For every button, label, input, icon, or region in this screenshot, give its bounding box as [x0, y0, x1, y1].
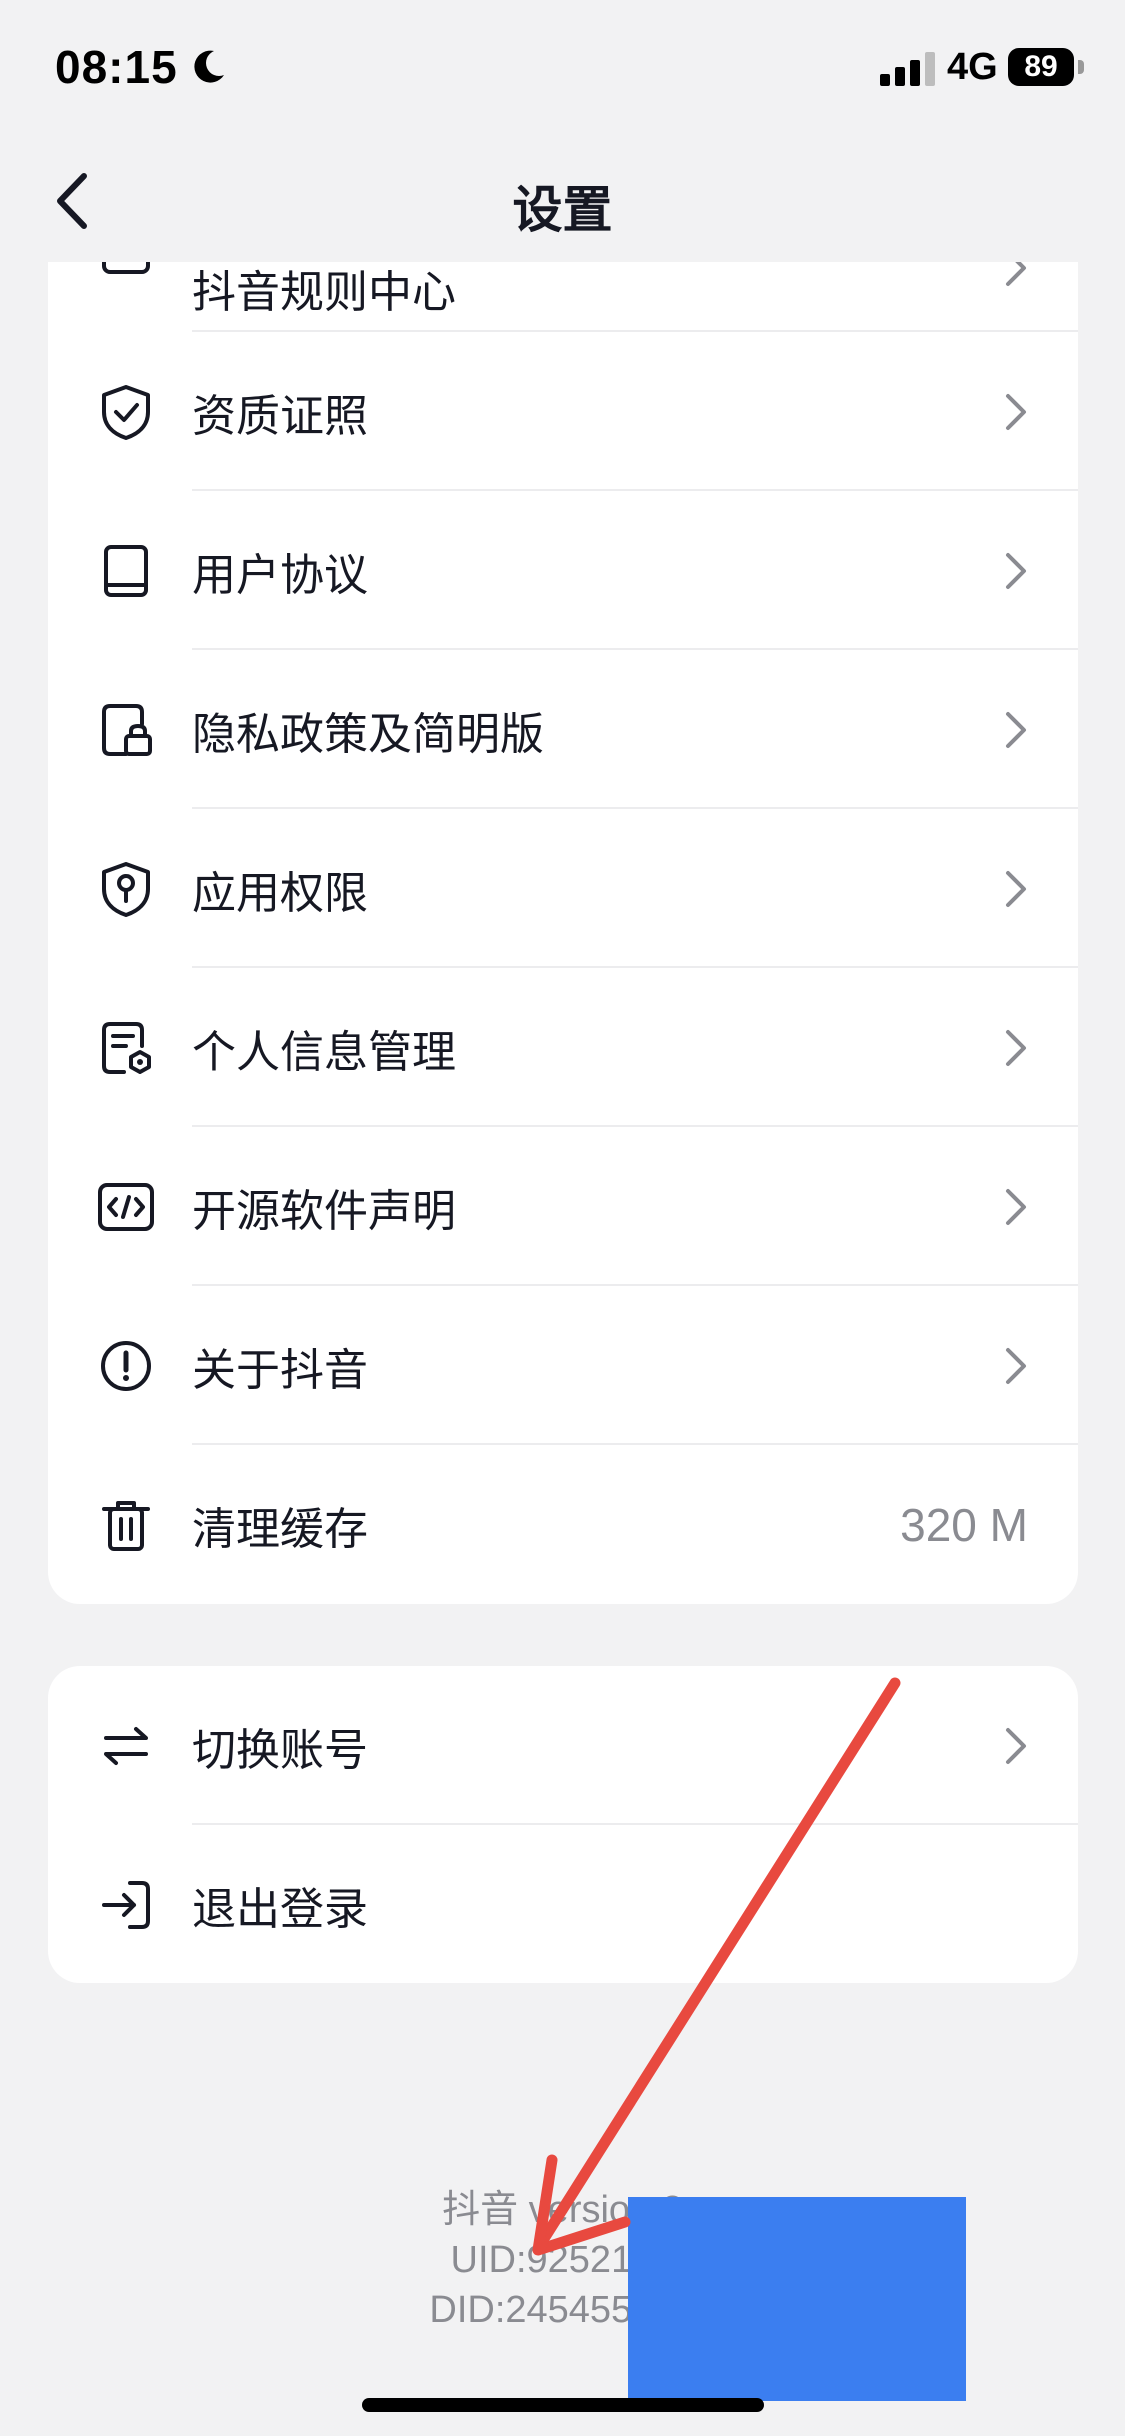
moon-icon	[194, 50, 224, 83]
list-item-label: 抖音规则中心	[192, 267, 456, 318]
list-item-rules-center[interactable]: 抖音规则中心	[48, 262, 1078, 332]
account-card: 切换账号 退出登录	[48, 1666, 1078, 1983]
info-circle-icon	[101, 1340, 151, 1391]
shield-key-icon	[102, 861, 150, 917]
list-item-clear-cache[interactable]: 清理缓存 320 M	[48, 1445, 1078, 1604]
cache-size-value: 320 M	[900, 1498, 1028, 1551]
book-icon	[104, 544, 148, 597]
chevron-right-icon	[1006, 870, 1026, 907]
chevron-right-icon	[1006, 1029, 1026, 1066]
list-item-label: 用户协议	[192, 549, 368, 601]
code-icon	[98, 1182, 154, 1231]
list-item-label: 资质证照	[192, 390, 368, 442]
chevron-right-icon	[1006, 393, 1026, 430]
status-bar: 08:15 4G 89	[0, 0, 1125, 140]
settings-list-card: 抖音规则中心 资质证照 用户协议 隐私政策及简明版 应用权限 个人信息管理 开源…	[48, 262, 1078, 1604]
home-indicator	[362, 2398, 764, 2412]
shield-check-icon	[102, 384, 150, 440]
battery-level: 89	[1024, 50, 1058, 83]
list-item-label: 隐私政策及简明版	[192, 708, 544, 760]
chevron-right-icon	[1006, 262, 1026, 286]
battery-icon: 89	[1008, 48, 1074, 86]
battery-tip	[1078, 60, 1084, 74]
chevron-right-icon	[1006, 1188, 1026, 1225]
list-item-app-permissions[interactable]: 应用权限	[48, 809, 1078, 968]
document-lock-icon	[102, 703, 152, 756]
chevron-right-icon	[1006, 1347, 1026, 1384]
chevron-right-icon	[1006, 711, 1026, 748]
list-item-open-source[interactable]: 开源软件声明	[48, 1127, 1078, 1286]
list-item-personal-info[interactable]: 个人信息管理	[48, 968, 1078, 1127]
list-item-label: 个人信息管理	[192, 1026, 456, 1078]
list-item-label: 切换账号	[192, 1724, 368, 1776]
list-item-logout[interactable]: 退出登录	[48, 1825, 1078, 1983]
document-icon	[102, 262, 150, 274]
list-item-switch-account[interactable]: 切换账号	[48, 1666, 1078, 1825]
status-time: 08:15	[55, 41, 178, 93]
list-item-label: 关于抖音	[192, 1344, 368, 1396]
signal-icon	[880, 52, 935, 86]
nav-bar: 设置	[0, 140, 1125, 260]
list-item-label: 应用权限	[192, 867, 368, 919]
list-item-about[interactable]: 关于抖音	[48, 1286, 1078, 1445]
list-item-privacy-policy[interactable]: 隐私政策及简明版	[48, 650, 1078, 809]
swap-icon	[104, 1726, 148, 1765]
document-gear-icon	[102, 1021, 151, 1074]
list-item-label: 退出登录	[192, 1883, 368, 1935]
list-item-qualifications[interactable]: 资质证照	[48, 332, 1078, 491]
chevron-right-icon	[1006, 1727, 1026, 1764]
page-title: 设置	[512, 181, 613, 239]
logout-icon	[102, 1880, 150, 1929]
network-label: 4G	[947, 46, 998, 88]
trash-icon	[102, 1500, 150, 1551]
list-item-label: 开源软件声明	[192, 1185, 456, 1237]
list-item-label: 清理缓存	[192, 1503, 368, 1555]
redaction-box	[628, 2197, 966, 2401]
chevron-right-icon	[1006, 552, 1026, 589]
list-item-user-agreement[interactable]: 用户协议	[48, 491, 1078, 650]
